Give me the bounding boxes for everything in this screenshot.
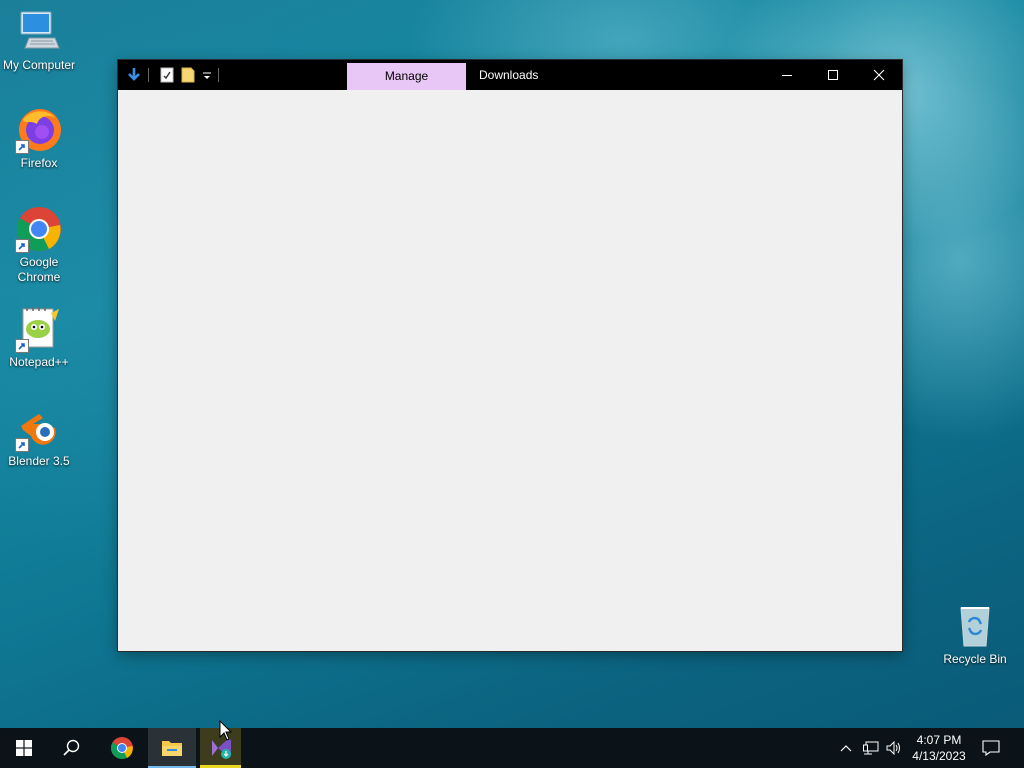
quick-access-divider	[218, 68, 219, 82]
windows-logo-icon	[16, 740, 32, 756]
window-content	[118, 90, 902, 651]
close-button[interactable]	[856, 60, 902, 90]
desktop: My Computer Firefox Google Chrome Notepa…	[0, 0, 1024, 768]
mouse-cursor-icon	[219, 719, 233, 747]
notepad-plus-plus-icon	[15, 305, 63, 353]
desktop-icon-label: Firefox	[20, 156, 58, 170]
download-arrow-icon[interactable]	[126, 67, 142, 83]
blender-icon	[15, 404, 63, 452]
desktop-icon-label: Google Chrome	[17, 255, 61, 284]
desktop-icon-my-computer[interactable]: My Computer	[0, 8, 78, 73]
shortcut-arrow-icon	[15, 140, 29, 154]
desktop-icon-blender[interactable]: Blender 3.5	[0, 404, 78, 469]
search-button[interactable]	[48, 728, 96, 768]
minimize-button[interactable]	[764, 60, 810, 90]
notification-icon	[982, 740, 1000, 756]
chevron-up-icon	[840, 745, 852, 752]
clock-time: 4:07 PM	[916, 733, 962, 747]
desktop-icon-label: Blender 3.5	[8, 454, 70, 468]
close-icon	[873, 69, 885, 81]
search-icon	[63, 739, 80, 756]
clock-date: 4/13/2023	[912, 749, 966, 763]
taskbar: 4:07 PM 4/13/2023	[0, 728, 1024, 768]
desktop-icon-recycle-bin[interactable]: Recycle Bin	[936, 602, 1014, 667]
chrome-icon	[111, 737, 133, 759]
customize-dropdown-icon[interactable]	[202, 67, 212, 83]
maximize-button[interactable]	[810, 60, 856, 90]
network-icon	[863, 741, 879, 755]
taskbar-chrome[interactable]	[98, 728, 146, 768]
speaker-icon	[886, 741, 900, 755]
tab-manage[interactable]: Manage	[347, 63, 466, 90]
action-center-button[interactable]	[976, 728, 1008, 768]
shortcut-arrow-icon	[15, 339, 29, 353]
quick-access-divider	[148, 68, 149, 82]
explorer-window: Manage Downloads	[118, 60, 902, 651]
shortcut-arrow-icon	[15, 239, 29, 253]
maximize-icon	[828, 70, 838, 80]
minimize-icon	[782, 75, 792, 76]
recycle-bin-label: Recycle Bin	[943, 652, 1007, 666]
folder-icon	[162, 741, 182, 756]
start-button[interactable]	[0, 728, 48, 768]
firefox-icon	[15, 106, 63, 154]
title-bar[interactable]: Manage Downloads	[118, 60, 902, 90]
taskbar-file-explorer[interactable]	[148, 728, 196, 768]
desktop-icon-label: Notepad++	[9, 355, 69, 369]
computer-icon	[15, 8, 63, 56]
shortcut-arrow-icon	[15, 438, 29, 452]
window-title: Downloads	[479, 68, 539, 82]
clock[interactable]: 4:07 PM 4/13/2023	[908, 732, 970, 764]
volume-button[interactable]	[884, 728, 906, 768]
recycle-bin-icon	[951, 602, 999, 650]
new-folder-icon[interactable]	[181, 67, 195, 83]
desktop-icon-firefox[interactable]: Firefox	[0, 106, 78, 171]
desktop-icon-label: My Computer	[2, 58, 76, 72]
desktop-icon-notepad-plus-plus[interactable]: Notepad++	[0, 305, 78, 370]
network-button[interactable]	[860, 728, 882, 768]
show-hidden-icons-button[interactable]	[836, 728, 856, 768]
properties-icon[interactable]	[160, 67, 174, 83]
desktop-icon-google-chrome[interactable]: Google Chrome	[0, 205, 78, 285]
chrome-icon	[15, 205, 63, 253]
